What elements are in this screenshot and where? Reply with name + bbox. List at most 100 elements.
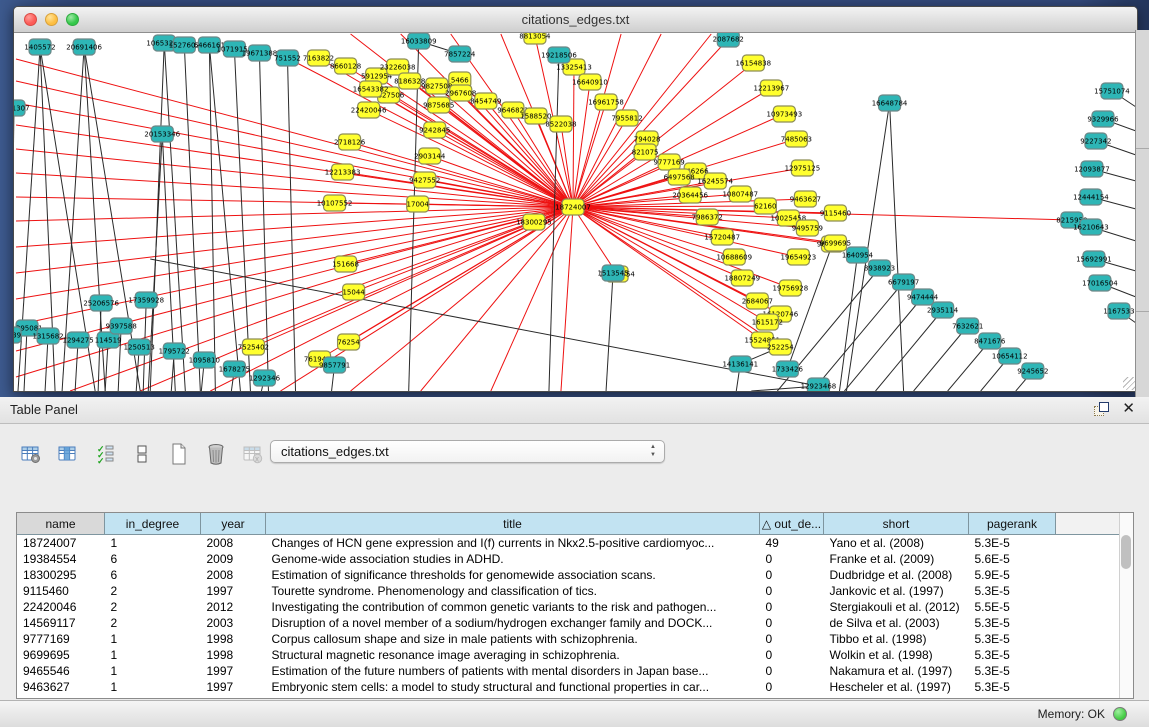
- graph-node[interactable]: 151668: [332, 256, 359, 272]
- delete-table-button[interactable]: x: [240, 441, 266, 467]
- graph-node[interactable]: 9397588: [106, 318, 137, 334]
- graph-node[interactable]: 1167533: [1103, 303, 1134, 319]
- graph-node[interactable]: 16033809: [401, 33, 437, 49]
- graph-node[interactable]: 17016504: [1082, 275, 1118, 291]
- graph-node[interactable]: 10807487: [722, 186, 758, 202]
- graph-node[interactable]: 12093877: [1074, 161, 1110, 177]
- graph-node[interactable]: 1615172: [752, 314, 783, 330]
- column-header-in_degree[interactable]: in_degree: [105, 513, 201, 535]
- graph-node[interactable]: 33139: [14, 327, 21, 343]
- graph-node[interactable]: 7857224: [444, 46, 476, 62]
- graph-node[interactable]: 16640910: [572, 74, 608, 90]
- graph-node[interactable]: 1513545: [597, 265, 628, 281]
- graph-node[interactable]: 9227342: [1080, 133, 1111, 149]
- graph-node[interactable]: 7525402: [238, 339, 269, 355]
- table-row[interactable]: 946362711997Embryonic stem cells: a mode…: [17, 679, 1121, 695]
- graph-node[interactable]: 9777169: [654, 154, 685, 170]
- graph-node[interactable]: 1294275: [63, 332, 94, 348]
- graph-node[interactable]: 12923468: [801, 378, 837, 391]
- graph-node[interactable]: 252254: [767, 339, 794, 355]
- table-row[interactable]: 946554611997Estimation of the future num…: [17, 663, 1121, 679]
- graph-node[interactable]: 10654112: [992, 348, 1028, 364]
- graph-node[interactable]: 12444154: [1073, 189, 1109, 205]
- table-row[interactable]: 1456911722003Disruption of a novel membe…: [17, 615, 1121, 631]
- graph-node[interactable]: 15044: [342, 284, 365, 300]
- graph-node[interactable]: 1095810: [189, 352, 220, 368]
- network-canvas[interactable]: 1872400771638228660128591295423226038982…: [14, 33, 1137, 391]
- graph-node[interactable]: 1795722: [159, 343, 190, 359]
- graph-node[interactable]: 1640954: [842, 247, 874, 263]
- graph-node[interactable]: 16154838: [735, 55, 771, 71]
- column-header-year[interactable]: year: [201, 513, 266, 535]
- memory-ok-indicator[interactable]: [1113, 707, 1127, 721]
- graph-node[interactable]: 8660128: [330, 58, 361, 74]
- graph-node[interactable]: 2087682: [713, 33, 744, 47]
- graph-node[interactable]: 16961758: [588, 94, 624, 110]
- graph-node[interactable]: 7986372: [692, 209, 723, 225]
- graph-node[interactable]: 1315682: [32, 328, 63, 344]
- graph-node[interactable]: 62160: [754, 198, 776, 214]
- graph-node[interactable]: 7632621: [952, 318, 983, 334]
- table-row[interactable]: 1830029562008Estimation of significance …: [17, 567, 1121, 583]
- graph-node[interactable]: 19654923: [781, 249, 817, 265]
- graph-node[interactable]: 8938923: [864, 260, 895, 276]
- graph-node[interactable]: 9115460: [820, 205, 851, 221]
- graph-node[interactable]: 9245652: [1017, 363, 1048, 379]
- graph-node[interactable]: 15751074: [1094, 83, 1130, 99]
- graph-node[interactable]: 9875685: [423, 97, 454, 113]
- graph-node[interactable]: 16648784: [872, 95, 908, 111]
- graph-node[interactable]: 2684067: [742, 293, 773, 309]
- graph-node[interactable]: 15692991: [1076, 251, 1112, 267]
- close-panel-icon[interactable]: ✕: [1122, 402, 1135, 416]
- table-settings-button[interactable]: [18, 441, 44, 467]
- graph-node[interactable]: 751552: [274, 50, 301, 66]
- graph-node[interactable]: 1405572: [24, 39, 55, 55]
- graph-node[interactable]: 9463627: [790, 191, 821, 207]
- close-window-button[interactable]: [24, 13, 37, 26]
- table-row[interactable]: 1872400712008Changes of HCN gene express…: [17, 535, 1121, 552]
- show-columns-button[interactable]: [55, 441, 81, 467]
- create-table-button[interactable]: [166, 441, 192, 467]
- graph-node[interactable]: 8471676: [974, 333, 1006, 349]
- column-header-title[interactable]: title: [266, 513, 760, 535]
- float-panel-icon[interactable]: [1094, 402, 1108, 416]
- table-row[interactable]: 977716911998Corpus callosum shape and si…: [17, 631, 1121, 647]
- graph-node[interactable]: 76254: [337, 334, 360, 350]
- column-header-out_de[interactable]: △ out_de...: [760, 513, 824, 535]
- table-row[interactable]: 2242004622012Investigating the contribut…: [17, 599, 1121, 615]
- column-header-short[interactable]: short: [824, 513, 969, 535]
- graph-node[interactable]: 6497568: [664, 169, 695, 185]
- row-height-button[interactable]: [129, 441, 155, 467]
- graph-node[interactable]: 1678275: [219, 361, 250, 377]
- graph-node[interactable]: 1292346: [249, 370, 281, 386]
- graph-node[interactable]: 7955812: [611, 110, 642, 126]
- graph-node[interactable]: 9242845: [419, 122, 450, 138]
- column-header-pagerank[interactable]: pagerank: [969, 513, 1056, 535]
- graph-node[interactable]: 9427552: [409, 172, 440, 188]
- graph-node[interactable]: 9857791: [319, 357, 350, 373]
- graph-node[interactable]: 2903144: [414, 148, 446, 164]
- graph-node[interactable]: 2935114: [927, 302, 959, 318]
- graph-node[interactable]: 19756928: [773, 280, 809, 296]
- table-row[interactable]: 911546021997Tourette syndrome. Phenomeno…: [17, 583, 1121, 599]
- table-source-select[interactable]: citations_edges.txt ▲▼: [270, 440, 665, 463]
- delete-rows-button[interactable]: [203, 441, 229, 467]
- network-window-titlebar[interactable]: citations_edges.txt: [14, 7, 1137, 33]
- minimize-window-button[interactable]: [45, 13, 58, 26]
- graph-node[interactable]: 8522038: [545, 116, 576, 132]
- graph-node[interactable]: 20691406: [66, 39, 102, 55]
- graph-node[interactable]: 8813054: [519, 33, 551, 44]
- graph-node[interactable]: 12213967: [754, 80, 790, 96]
- maximize-window-button[interactable]: [66, 13, 79, 26]
- graph-node[interactable]: 25206576: [83, 295, 119, 311]
- column-header-name[interactable]: name: [17, 513, 105, 535]
- table-row[interactable]: 969969511998Structural magnetic resonanc…: [17, 647, 1121, 663]
- graph-node[interactable]: 1733426: [772, 361, 804, 377]
- table-scrollbar-thumb[interactable]: [1121, 535, 1131, 569]
- table-row[interactable]: 1938455462009Genome-wide association stu…: [17, 551, 1121, 567]
- column-checklist-button[interactable]: ✓✓✓: [92, 441, 118, 467]
- graph-node[interactable]: 9495759: [792, 220, 823, 236]
- graph-node[interactable]: 2718126: [334, 134, 366, 150]
- graph-node[interactable]: 9329966: [1087, 111, 1119, 127]
- graph-node[interactable]: 9699695: [820, 235, 851, 251]
